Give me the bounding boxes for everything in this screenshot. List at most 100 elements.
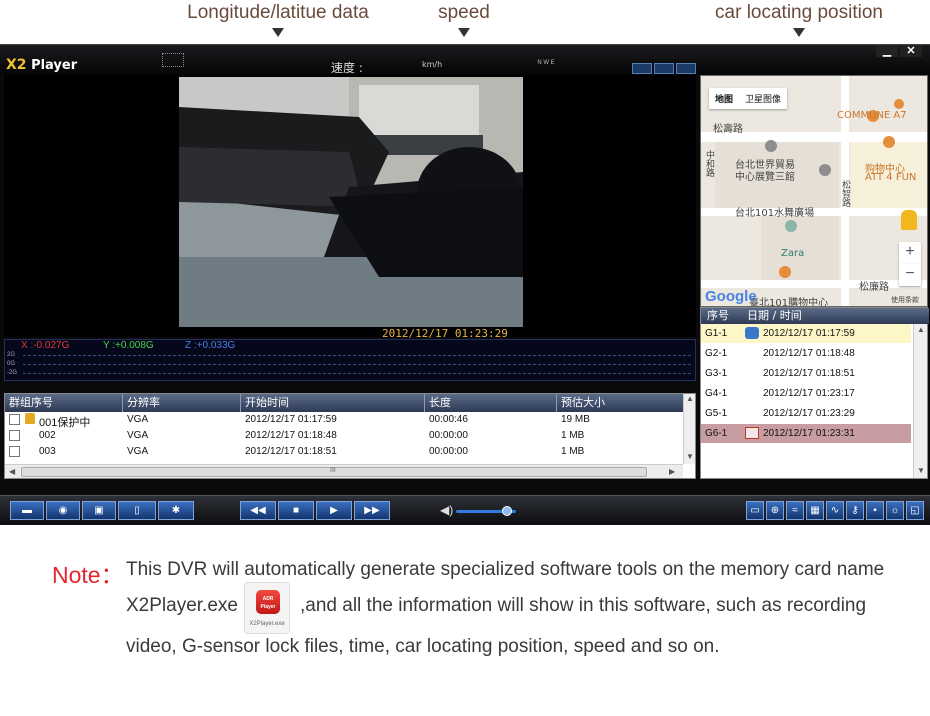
screenshot-icon: ▭ [750, 505, 760, 516]
key-icon: ⚷ [851, 505, 859, 516]
scroll-down-icon[interactable]: ▼ [686, 452, 694, 461]
x2player-app-icon: ADR Player X2Player.exe [244, 582, 290, 634]
brightness-icon: ☼ [890, 505, 900, 516]
gsensor-y: Y :+0.008G [103, 340, 154, 351]
volume-slider-thumb[interactable] [502, 506, 512, 516]
column-header[interactable]: 日期 / 时间 [747, 308, 802, 324]
scroll-up-icon[interactable]: ▲ [686, 394, 694, 403]
google-logo: Google [705, 288, 757, 305]
column-header[interactable]: 预估大小 [557, 394, 683, 412]
cell-start: 2012/12/17 01:18:51 [245, 446, 337, 457]
app-logo: X2 Player [6, 57, 77, 73]
folder-icon: ▬ [22, 505, 32, 516]
zoom-in-button[interactable]: + [899, 242, 921, 264]
event-list-header: 序号 日期 / 时间 [701, 308, 929, 324]
column-header[interactable]: 长度 [425, 394, 557, 412]
app-icon-caption: X2Player.exe [249, 621, 285, 627]
speed-annotation-label: speed [438, 2, 490, 23]
table-row[interactable]: 001保护中 VGA 2012/12/17 01:17:59 00:00:46 … [5, 412, 683, 429]
row-checkbox[interactable] [9, 414, 20, 425]
speed-label: 速度 : [331, 61, 363, 75]
scroll-left-icon[interactable]: ◀ [9, 467, 15, 476]
column-header[interactable]: 开始时间 [241, 394, 425, 412]
event-row[interactable]: G1-1 2012/12/17 01:17:59 [701, 324, 911, 343]
cell-size: 1 MB [561, 446, 585, 457]
cell-length: 00:00:00 [429, 430, 468, 441]
settings-button[interactable]: ✱ [158, 501, 194, 520]
map-terms-link[interactable]: 使用条款 [891, 295, 919, 305]
table-row[interactable]: 003 VGA 2012/12/17 01:18:51 00:00:00 1 M… [5, 444, 683, 460]
network-button[interactable]: ⊕ [766, 501, 784, 520]
delete-button[interactable]: ▯ [118, 501, 156, 520]
table-row[interactable]: 002 VGA 2012/12/17 01:18:48 00:00:00 1 M… [5, 428, 683, 444]
wifi-button[interactable]: ≈ [786, 501, 804, 520]
fast-forward-button[interactable]: ▶▶ [354, 501, 390, 520]
event-row[interactable]: G2-1 2012/12/17 01:18:48 [701, 344, 911, 363]
app-logo-x2: X2 [6, 57, 27, 73]
close-button[interactable]: ✕ [900, 45, 922, 57]
gsensor-gridline [23, 373, 691, 374]
screenshot-button[interactable]: ▭ [746, 501, 764, 520]
note-line-1: This DVR will automatically generate spe… [126, 559, 885, 580]
view-single-button[interactable] [632, 63, 652, 74]
pegman-icon[interactable] [901, 210, 917, 230]
down-arrow-icon [458, 28, 470, 37]
view-dual-button[interactable] [654, 63, 674, 74]
brightness-button[interactable]: ☼ [886, 501, 904, 520]
column-header[interactable]: 群组序号 [5, 394, 123, 412]
settings-icon: ✱ [171, 505, 181, 516]
save-button[interactable]: ▣ [82, 501, 116, 520]
event-time: 2012/12/17 01:18:51 [763, 368, 855, 379]
event-id: G5-1 [705, 408, 728, 419]
key-button[interactable]: ⚷ [846, 501, 864, 520]
tab-satellite[interactable]: 卫星图像 [739, 88, 787, 109]
view-mode-buttons [632, 63, 696, 74]
fullscreen-icon: ◱ [910, 505, 920, 516]
event-row[interactable]: G3-1 2012/12/17 01:18:51 [701, 364, 911, 383]
longitude-annotation-label: Longitude/latitue data [187, 2, 369, 23]
video-frame[interactable] [179, 77, 523, 327]
app-logo-player: Player [31, 58, 78, 73]
file-table-hscrollbar[interactable]: ◀ III ▶ [5, 464, 683, 478]
hscroll-thumb[interactable]: III [21, 467, 647, 477]
open-folder-button[interactable]: ▬ [10, 501, 44, 520]
gsensor-wave-button[interactable]: ∿ [826, 501, 844, 520]
wifi-icon: ≈ [792, 505, 798, 516]
scroll-right-icon[interactable]: ▶ [669, 467, 675, 476]
map-label: 松壽路 [713, 124, 743, 135]
column-header[interactable]: 序号 [707, 308, 729, 324]
map-label: 台北101水舞廣場 [735, 208, 815, 219]
row-checkbox[interactable] [9, 446, 20, 457]
scroll-up-icon[interactable]: ▲ [917, 325, 925, 334]
snapshot-button[interactable]: ◉ [46, 501, 80, 520]
tab-map[interactable]: 地图 [709, 88, 739, 109]
stop-button[interactable]: ■ [278, 501, 314, 520]
file-table-vscrollbar[interactable]: ▲ ▼ [683, 394, 695, 464]
cell-start: 2012/12/17 01:17:59 [245, 414, 337, 425]
column-header[interactable]: 分辨率 [123, 394, 241, 412]
scroll-down-icon[interactable]: ▼ [917, 466, 925, 475]
event-row[interactable]: G4-1 2012/12/17 01:23:17 [701, 384, 911, 403]
fullscreen-button[interactable]: ◱ [906, 501, 924, 520]
play-button[interactable]: ▶ [316, 501, 352, 520]
lock-button[interactable]: ▪ [866, 501, 884, 520]
event-time: 2012/12/17 01:23:29 [763, 408, 855, 419]
map-button[interactable]: ▦ [806, 501, 824, 520]
minimize-button[interactable]: ▁ [876, 45, 898, 57]
event-time: 2012/12/17 01:23:17 [763, 388, 855, 399]
volume-icon[interactable]: ◀) [440, 503, 453, 517]
cell-length: 00:00:00 [429, 446, 468, 457]
video-panel: 2012/12/17 01:23:29 [4, 75, 696, 340]
row-checkbox[interactable] [9, 430, 20, 441]
event-row[interactable]: G6-1 2012/12/17 01:23:31 [701, 424, 911, 443]
event-list-vscrollbar[interactable]: ▲ ▼ [913, 324, 927, 478]
note-line-2a: X2Player.exe [126, 595, 238, 616]
map-panel[interactable]: 地图 卫星图像 COMMUNE A7 松壽路 台北世界貿易 中心展覽三館 购物中… [700, 75, 928, 307]
rewind-button[interactable]: ◀◀ [240, 501, 276, 520]
event-row[interactable]: G5-1 2012/12/17 01:23:29 [701, 404, 911, 423]
view-pip-button[interactable] [676, 63, 696, 74]
event-id: G6-1 [705, 428, 728, 439]
cell-length: 00:00:46 [429, 414, 468, 425]
zoom-out-button[interactable]: − [899, 264, 921, 286]
cell-start: 2012/12/17 01:18:48 [245, 430, 337, 441]
